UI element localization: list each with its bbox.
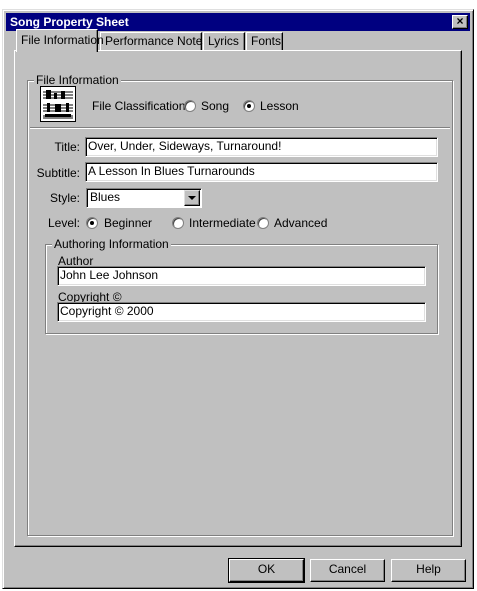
- title-label: Title:: [54, 140, 80, 154]
- radio-beginner[interactable]: [86, 217, 98, 229]
- style-selected-value: Blues: [90, 190, 121, 204]
- title-input[interactable]: Over, Under, Sideways, Turnaround!: [85, 137, 438, 157]
- level-label: Level:: [47, 216, 80, 230]
- tab-performance-notes[interactable]: Performance Notes: [100, 32, 208, 51]
- radio-intermediate[interactable]: [172, 217, 184, 229]
- style-label: Style:: [49, 191, 80, 205]
- author-input[interactable]: John Lee Johnson: [57, 266, 426, 286]
- tab-lyrics[interactable]: Lyrics: [203, 32, 245, 51]
- ok-button[interactable]: OK: [228, 558, 305, 583]
- subtitle-label: Subtitle:: [36, 166, 80, 180]
- authoring-information-group-label: Authoring Information: [52, 237, 171, 251]
- radio-advanced-label[interactable]: Advanced: [274, 216, 327, 230]
- help-button[interactable]: Help: [391, 559, 466, 582]
- style-select[interactable]: Blues: [86, 188, 202, 208]
- radio-song-label[interactable]: Song: [201, 99, 229, 113]
- radio-song[interactable]: [184, 100, 196, 112]
- copyright-input[interactable]: Copyright © 2000: [57, 302, 426, 322]
- file-information-group-label: File Information: [34, 73, 121, 87]
- close-icon[interactable]: ×: [452, 15, 468, 29]
- separator: [30, 127, 450, 129]
- radio-advanced[interactable]: [257, 217, 269, 229]
- radio-beginner-label[interactable]: Beginner: [104, 216, 152, 230]
- cancel-button[interactable]: Cancel: [310, 559, 385, 582]
- radio-intermediate-label[interactable]: Intermediate: [189, 216, 256, 230]
- sheet-music-icon: [40, 86, 76, 122]
- tab-fonts[interactable]: Fonts: [246, 32, 283, 51]
- radio-lesson-label[interactable]: Lesson: [260, 99, 299, 113]
- subtitle-input[interactable]: A Lesson In Blues Turnarounds: [85, 162, 438, 182]
- tab-file-information[interactable]: File Information: [16, 29, 104, 52]
- window-title: Song Property Sheet: [10, 15, 129, 29]
- chevron-down-icon[interactable]: [184, 190, 200, 206]
- radio-lesson[interactable]: [243, 100, 255, 112]
- file-classification-label: File Classification:: [92, 99, 189, 113]
